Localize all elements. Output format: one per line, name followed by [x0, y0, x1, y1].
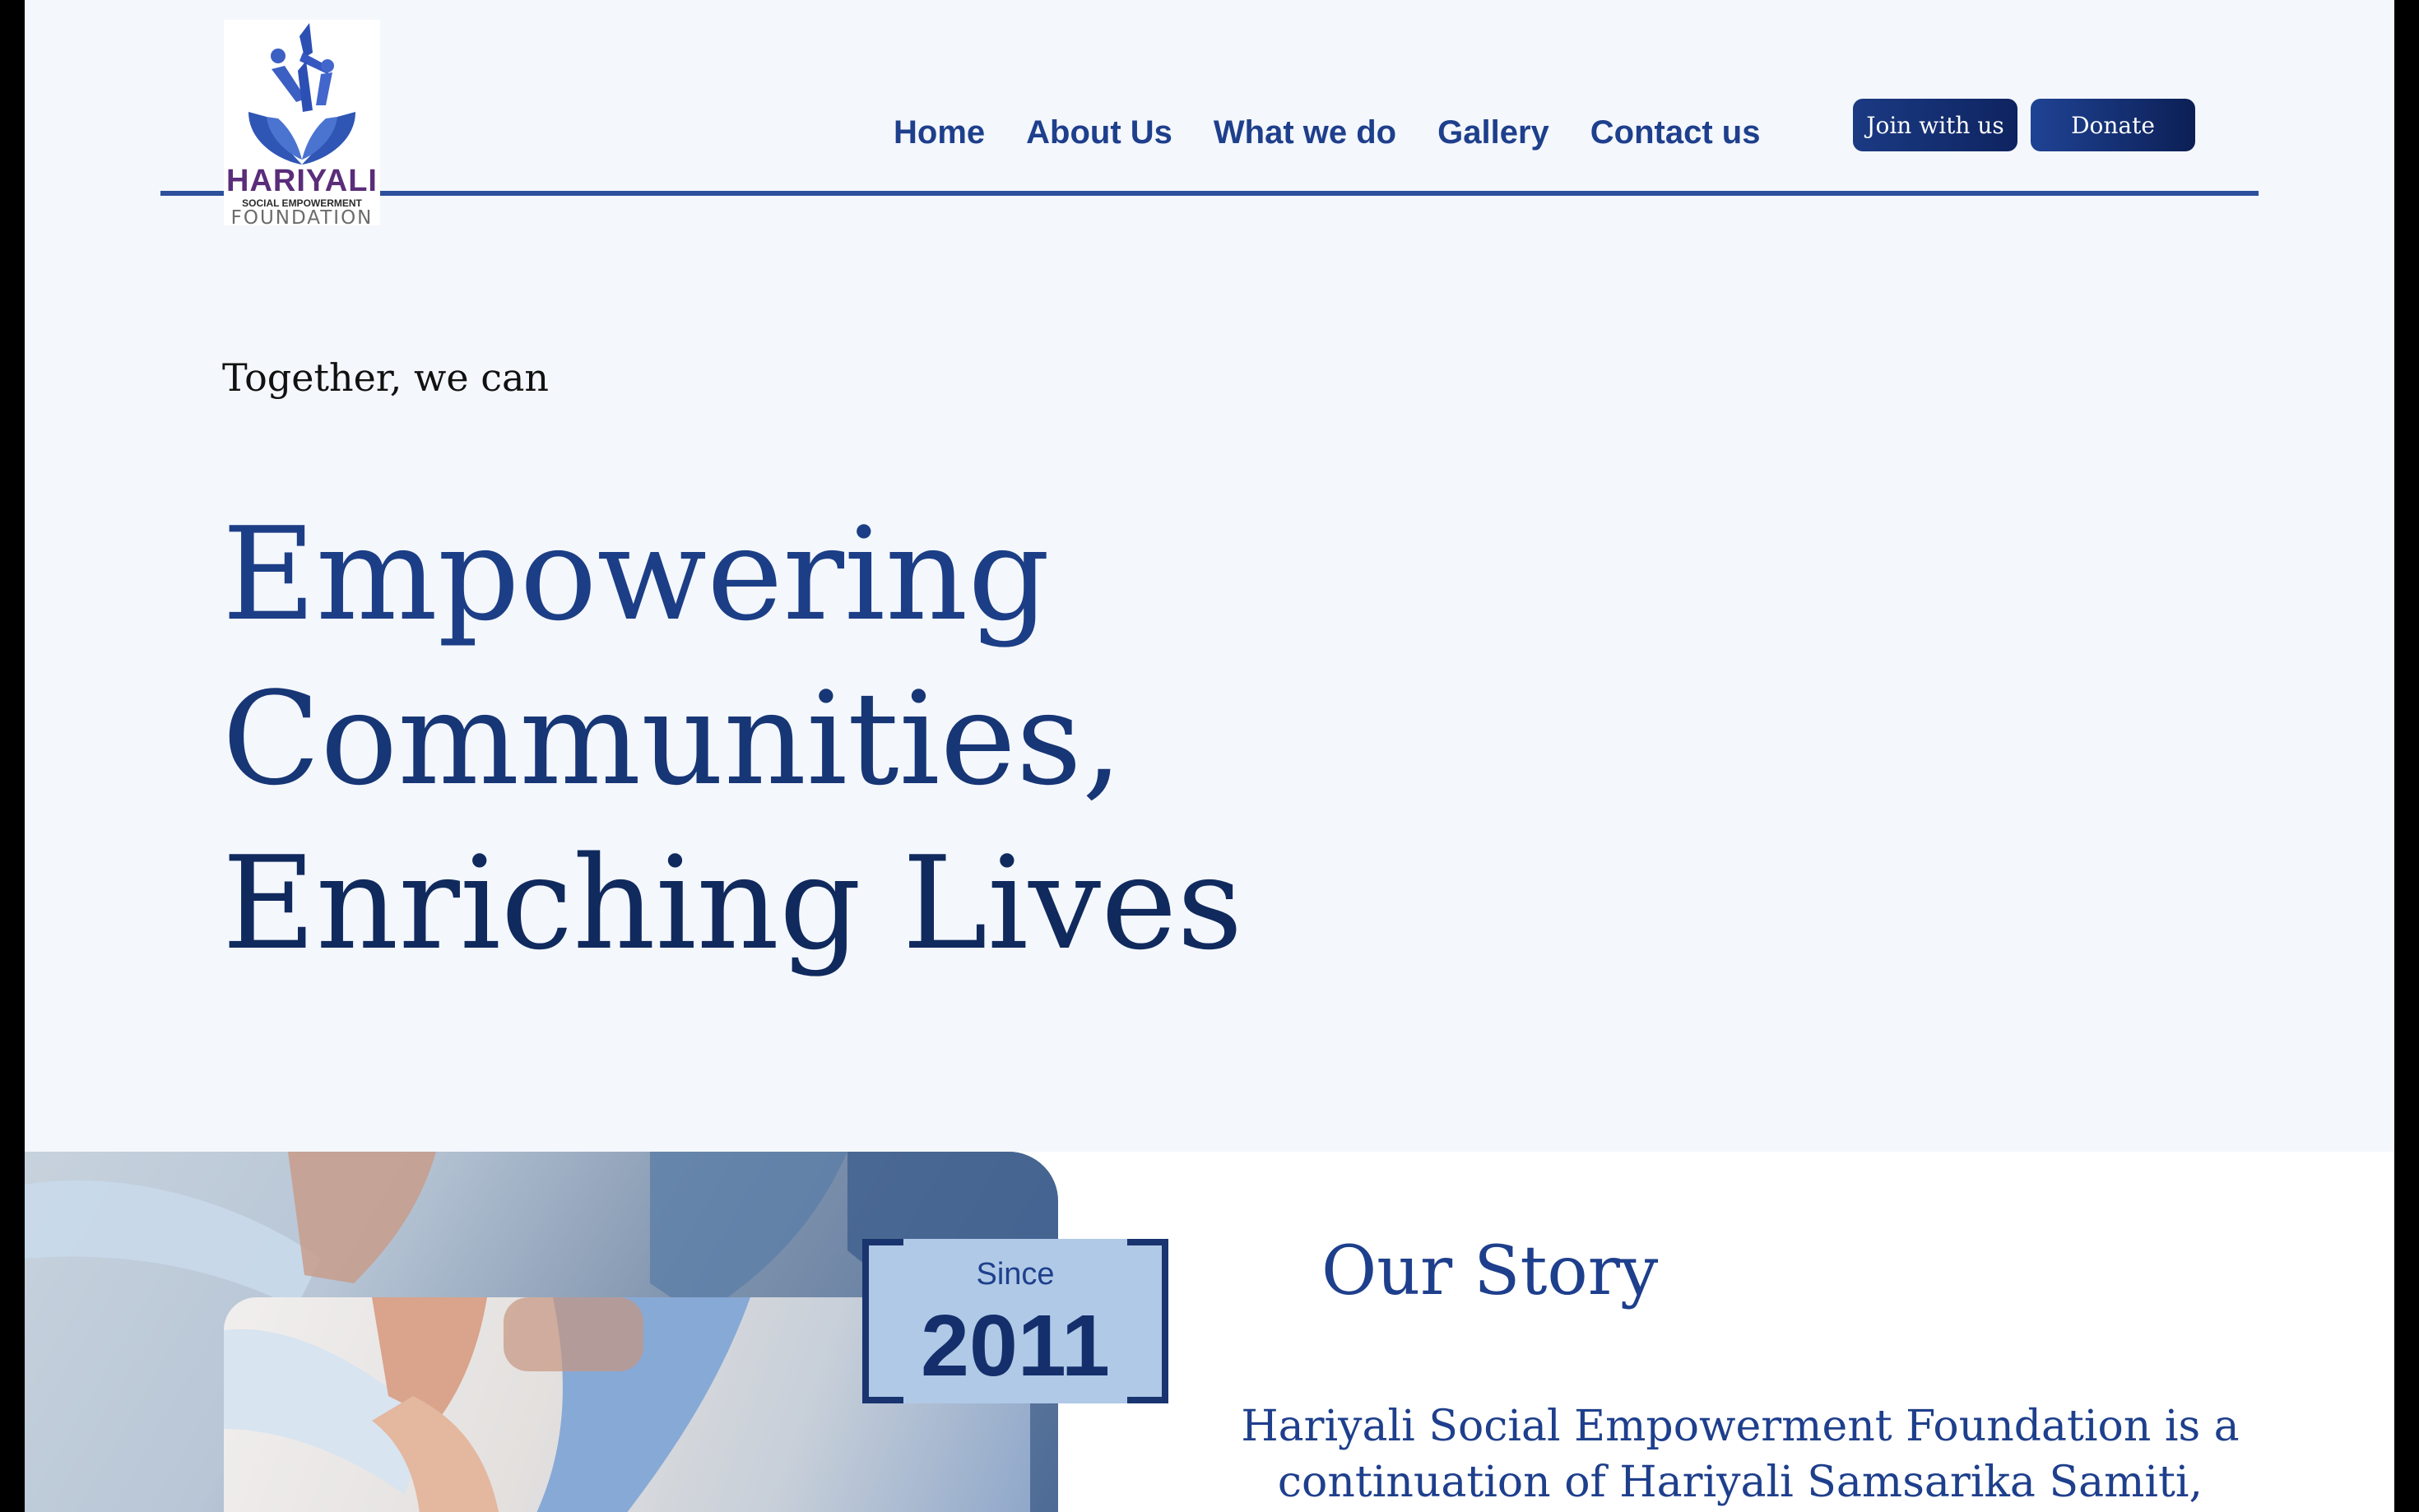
- nav-about-us[interactable]: About Us: [1026, 112, 1172, 153]
- nav-contact-us[interactable]: Contact us: [1590, 112, 1761, 153]
- story-title: Our Story: [1321, 1232, 1659, 1310]
- since-label: Since: [976, 1257, 1055, 1292]
- since-badge: Since 2011: [862, 1239, 1168, 1403]
- logo-emblem-icon: [248, 23, 355, 165]
- hero-tagline: Together, we can: [222, 355, 550, 400]
- nav-home[interactable]: Home: [894, 112, 985, 153]
- hero-title-line-2: Communities,: [222, 664, 1123, 814]
- logo-name: HARIYALI: [226, 164, 378, 198]
- story-text: Hariyali Social Empowerment Foundation i…: [1241, 1402, 2240, 1507]
- nav-gallery[interactable]: Gallery: [1437, 112, 1549, 153]
- logo[interactable]: HARIYALI SOCIAL EMPOWERMENT FOUNDATION: [224, 20, 380, 229]
- hero-people-image: [1259, 321, 2296, 1045]
- page: HARIYALI SOCIAL EMPOWERMENT FOUNDATION H…: [25, 0, 2394, 1512]
- join-with-us-button[interactable]: Join with us: [1853, 99, 2017, 151]
- logo-foundation: FOUNDATION: [230, 207, 374, 229]
- nav-what-we-do[interactable]: What we do: [1214, 112, 1396, 153]
- since-year: 2011: [921, 1297, 1110, 1394]
- hero-title-line-1: Empowering: [222, 499, 1051, 649]
- hero-title-line-3: Enriching Lives: [222, 828, 1243, 978]
- hero-title: Empowering Communities, Enriching Lives: [222, 492, 1292, 986]
- donate-button[interactable]: Donate: [2031, 99, 2195, 151]
- header-divider: [160, 191, 2259, 196]
- main-nav: Home About Us What we do Gallery Contact…: [894, 112, 1801, 153]
